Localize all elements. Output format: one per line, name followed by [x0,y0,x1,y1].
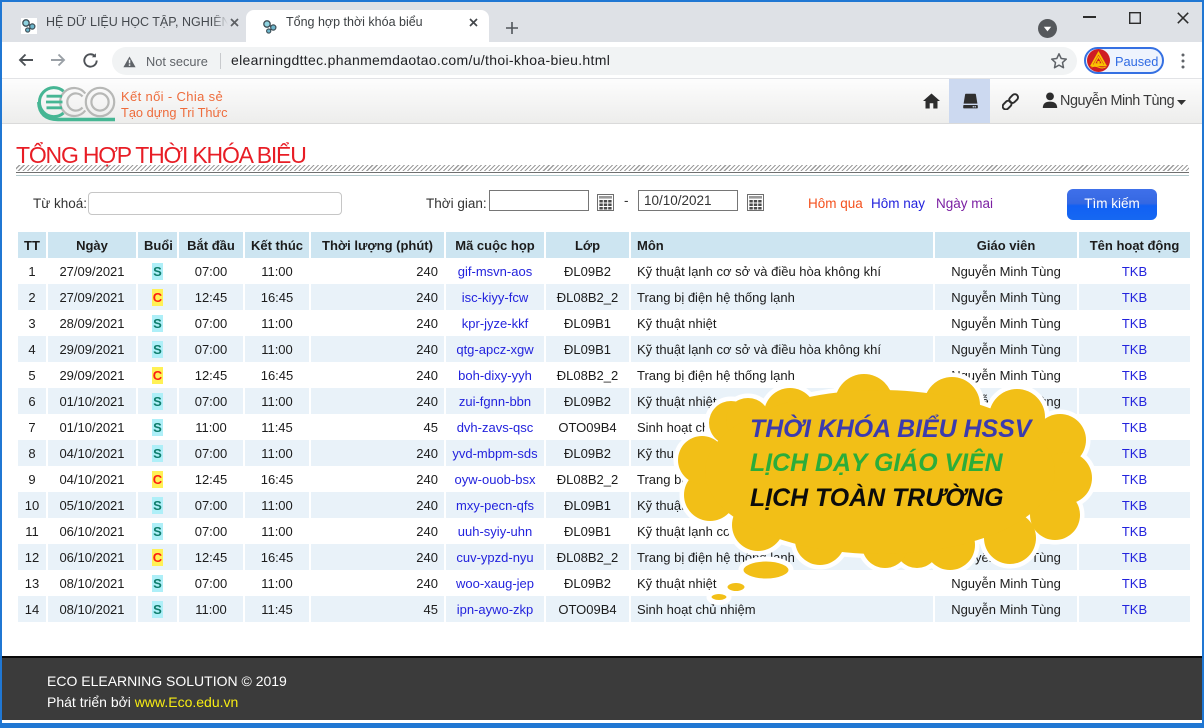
svg-text:LỊCH DẠY GIÁO VIÊN: LỊCH DẠY GIÁO VIÊN [750,447,1004,477]
svg-text:THỜI KHÓA BIỂU HSSV: THỜI KHÓA BIỂU HSSV [750,414,1034,443]
svg-text:LỊCH TOÀN TRƯỜNG: LỊCH TOÀN TRƯỜNG [750,483,1003,512]
